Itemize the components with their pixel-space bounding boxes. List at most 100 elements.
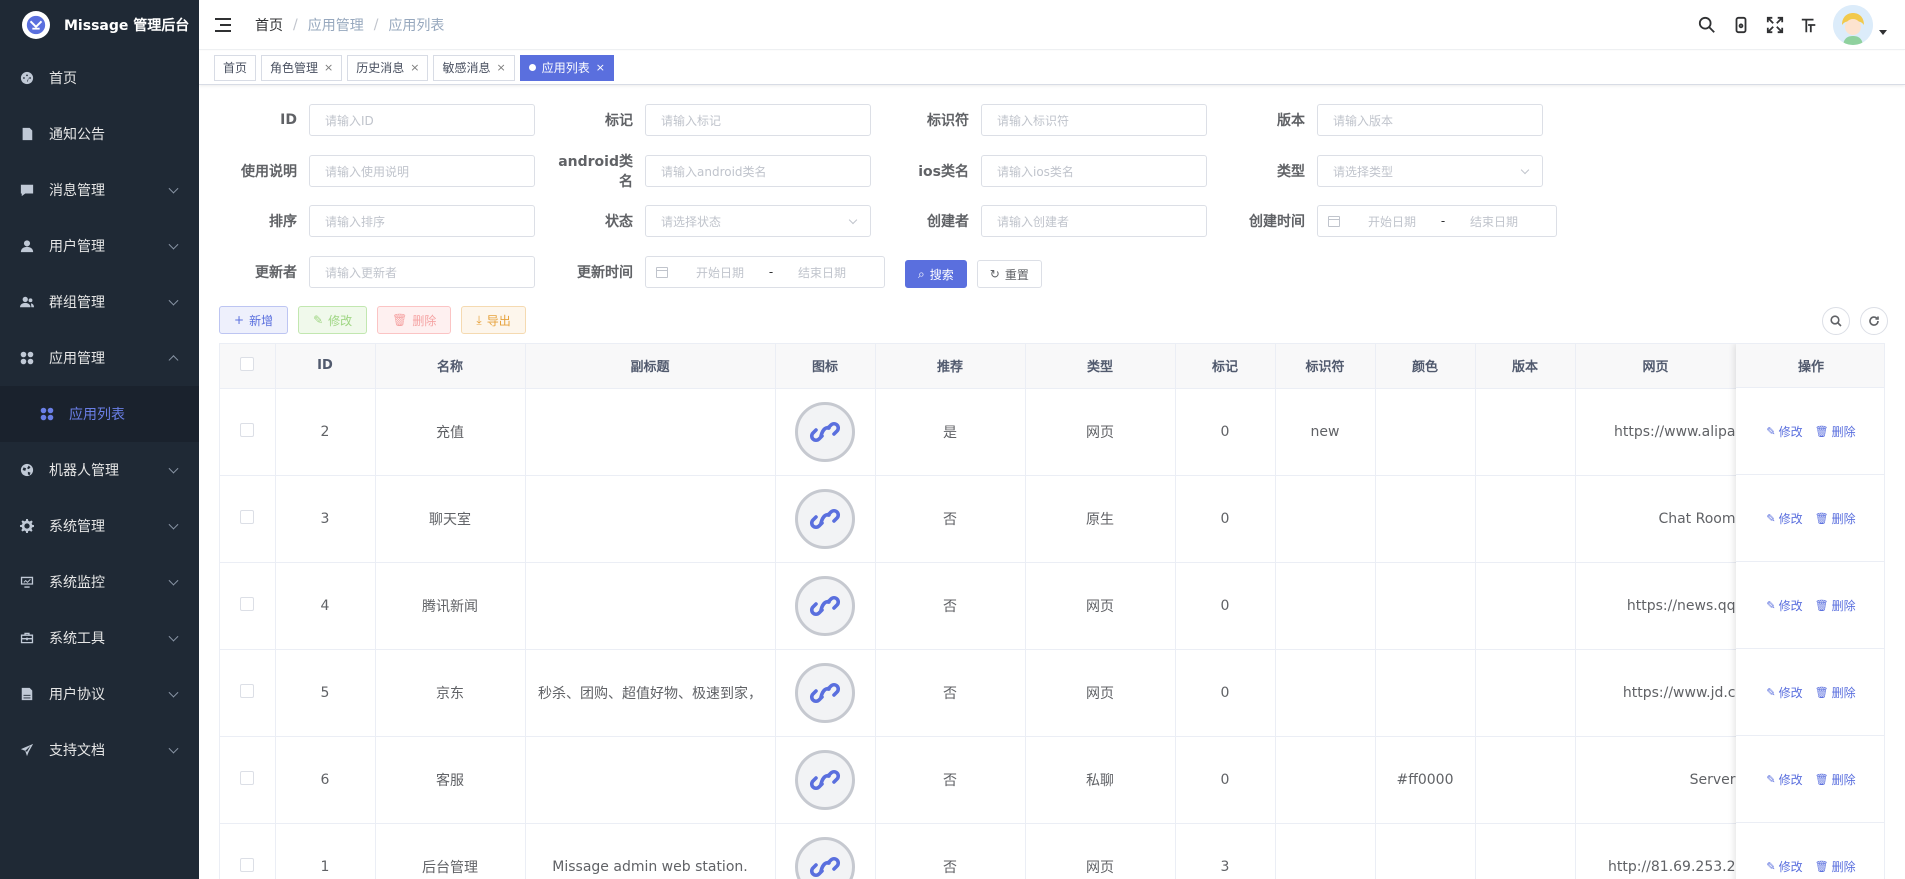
select-all-checkbox[interactable] [240, 356, 255, 371]
top-navbar: 首页 / 应用管理 / 应用列表 [199, 0, 1905, 50]
row-edit-link[interactable]: ✎ 修改 [1766, 771, 1802, 788]
sidebar-item-groups[interactable]: 群组管理 [0, 274, 199, 330]
column-header-name[interactable]: 名称 [375, 344, 526, 389]
column-header-web[interactable]: 网页 [1575, 344, 1737, 389]
breadcrumb-home[interactable]: 首页 [255, 15, 283, 35]
app-icon[interactable] [795, 575, 855, 636]
reset-button[interactable]: ↻ 重置 [976, 260, 1042, 288]
logo[interactable]: Missage 管理后台 [0, 0, 199, 50]
app-icon[interactable] [795, 749, 855, 810]
row-delete-link[interactable]: 🗑 删除 [1815, 423, 1856, 440]
edit-button[interactable]: ✎ 修改 [298, 306, 368, 334]
close-icon[interactable]: × [324, 56, 333, 80]
caret-down-icon[interactable] [1879, 29, 1887, 35]
id-input[interactable]: 请输入ID [309, 104, 535, 136]
identifier-input[interactable]: 请输入标识符 [981, 104, 1207, 136]
font-size-icon[interactable] [1799, 15, 1819, 35]
sidebar-item-label: 用户管理 [49, 239, 105, 255]
row-checkbox[interactable] [240, 509, 255, 524]
cell-web: http://81.69.253.2 [1575, 823, 1737, 879]
sidebar-item-robots[interactable]: 机器人管理 [0, 442, 199, 498]
row-edit-link[interactable]: ✎ 修改 [1766, 597, 1802, 614]
type-select[interactable]: 请选择类型 [1317, 155, 1543, 187]
tag-role-management[interactable]: 角色管理 × [261, 54, 343, 81]
add-button[interactable]: + 新增 [219, 306, 289, 334]
search-button[interactable]: ⌕ 搜索 [905, 260, 967, 288]
date-start[interactable]: 开始日期 [1356, 213, 1428, 230]
cell-web: https://news.qq [1575, 562, 1737, 650]
sidebar-item-monitor[interactable]: 系统监控 [0, 554, 199, 610]
sidebar-item-agreement[interactable]: 用户协议 [0, 666, 199, 722]
creator-input[interactable]: 请输入创建者 [981, 205, 1207, 237]
delete-button[interactable]: 🗑 删除 [377, 306, 452, 334]
ios-class-input[interactable]: 请输入ios类名 [981, 155, 1207, 187]
column-header-recommend[interactable]: 推荐 [875, 344, 1026, 389]
breadcrumb-separator: / [373, 16, 379, 33]
sidebar-item-apps[interactable]: 应用管理 [0, 330, 199, 386]
phone-icon[interactable] [1731, 15, 1751, 35]
row-edit-link[interactable]: ✎ 修改 [1766, 684, 1802, 701]
status-select[interactable]: 请选择状态 [645, 205, 871, 237]
usage-input[interactable]: 请输入使用说明 [309, 155, 535, 187]
sidebar-subitem-app-list[interactable]: 应用列表 [0, 386, 199, 442]
row-delete-link[interactable]: 🗑 删除 [1815, 597, 1856, 614]
row-checkbox[interactable] [240, 770, 255, 785]
sidebar-item-docs[interactable]: 支持文档 [0, 722, 199, 778]
sort-input[interactable]: 请输入排序 [309, 205, 535, 237]
date-end[interactable]: 结束日期 [786, 264, 858, 281]
sidebar-item-notice[interactable]: 通知公告 [0, 106, 199, 162]
row-edit-link[interactable]: ✎ 修改 [1766, 510, 1802, 527]
row-checkbox[interactable] [240, 596, 255, 611]
toggle-search-button[interactable] [1822, 307, 1850, 335]
sidebar-item-messages[interactable]: 消息管理 [0, 162, 199, 218]
search-icon[interactable] [1697, 15, 1717, 35]
updater-input[interactable]: 请输入更新者 [309, 256, 535, 288]
tag-history-messages[interactable]: 历史消息 × [347, 54, 429, 81]
close-icon[interactable]: × [410, 56, 419, 80]
sidebar-item-home[interactable]: 首页 [0, 50, 199, 106]
sidebar-item-users[interactable]: 用户管理 [0, 218, 199, 274]
row-delete-link[interactable]: 🗑 删除 [1815, 771, 1856, 788]
menu-toggle-icon[interactable] [215, 17, 231, 32]
row-delete-link[interactable]: 🗑 删除 [1815, 510, 1856, 527]
android-class-input[interactable]: 请输入android类名 [645, 155, 871, 187]
column-header-subtitle[interactable]: 副标题 [525, 344, 776, 389]
row-checkbox[interactable] [240, 857, 255, 872]
column-header-icon[interactable]: 图标 [775, 344, 876, 389]
column-header-type[interactable]: 类型 [1025, 344, 1176, 389]
row-checkbox[interactable] [240, 422, 255, 437]
close-icon[interactable]: × [497, 56, 506, 80]
fullscreen-icon[interactable] [1765, 15, 1785, 35]
row-edit-link[interactable]: ✎ 修改 [1766, 423, 1802, 440]
create-time-range[interactable]: 开始日期 - 结束日期 [1317, 205, 1557, 237]
tag-sensitive-messages[interactable]: 敏感消息 × [433, 54, 515, 81]
app-icon[interactable] [795, 662, 855, 723]
row-edit-link[interactable]: ✎ 修改 [1766, 858, 1802, 875]
refresh-table-button[interactable] [1860, 307, 1888, 335]
export-button[interactable]: ⤓ 导出 [461, 306, 526, 334]
update-time-range[interactable]: 开始日期 - 结束日期 [645, 256, 885, 288]
column-header-color[interactable]: 颜色 [1375, 344, 1476, 389]
date-end[interactable]: 结束日期 [1458, 213, 1530, 230]
app-icon[interactable] [795, 401, 855, 462]
row-checkbox[interactable] [240, 683, 255, 698]
sidebar-item-tools[interactable]: 系统工具 [0, 610, 199, 666]
app-icon[interactable] [795, 836, 855, 879]
column-header-identifier[interactable]: 标识符 [1275, 344, 1376, 389]
column-header-id[interactable]: ID [275, 344, 376, 389]
row-delete-link[interactable]: 🗑 删除 [1815, 858, 1856, 875]
add-button-label: 新增 [249, 313, 274, 328]
sidebar-subitem-label: 应用列表 [69, 407, 125, 423]
sidebar-item-system[interactable]: 系统管理 [0, 498, 199, 554]
close-icon[interactable]: × [596, 56, 605, 80]
avatar[interactable] [1833, 5, 1873, 45]
mark-input[interactable]: 请输入标记 [645, 104, 871, 136]
column-header-mark[interactable]: 标记 [1175, 344, 1276, 389]
date-start[interactable]: 开始日期 [684, 264, 756, 281]
tag-app-list[interactable]: 应用列表 × [519, 54, 614, 81]
column-header-version[interactable]: 版本 [1475, 344, 1576, 389]
app-icon[interactable] [795, 488, 855, 549]
tag-home[interactable]: 首页 [214, 54, 257, 81]
row-delete-link[interactable]: 🗑 删除 [1815, 684, 1856, 701]
version-input[interactable]: 请输入版本 [1317, 104, 1543, 136]
